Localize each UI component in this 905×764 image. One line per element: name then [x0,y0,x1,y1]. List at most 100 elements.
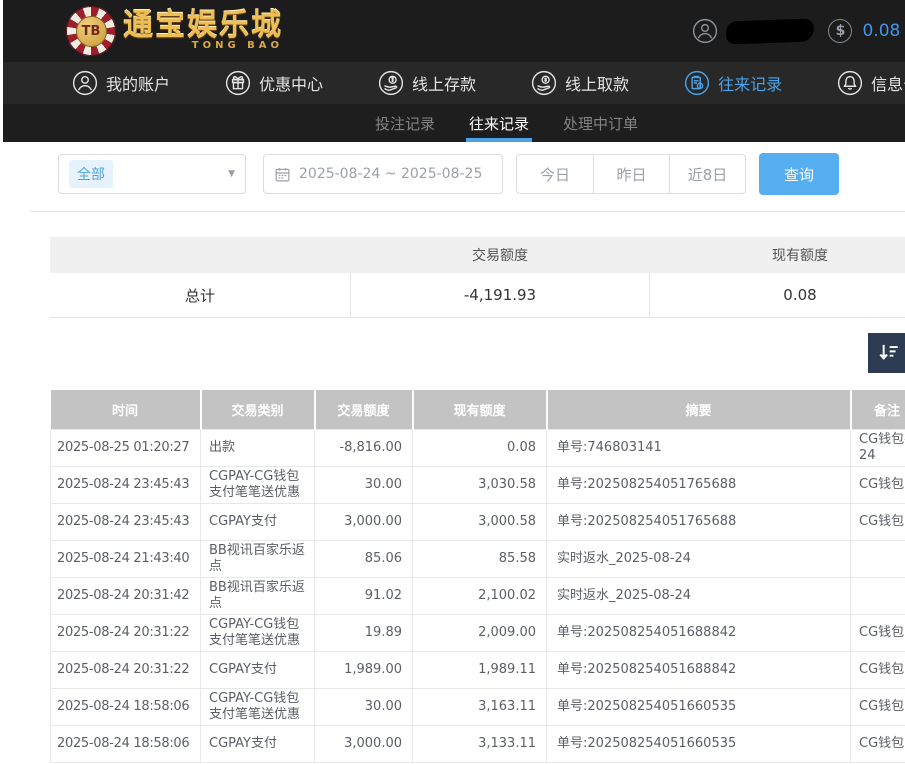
cell-summary: 单号:202508254051765688 [547,466,851,503]
nav-label: 线上取款 [565,71,629,95]
brand-text: 通宝娱乐城 TONG BAO [123,11,283,51]
cell-type: CGPAY支付 [201,651,315,688]
nav-label: 往来记录 [718,71,782,95]
sort-zone [0,318,905,390]
cell-balance: 2,100.02 [413,577,547,614]
cell-time: 2025-08-24 21:43:40 [51,540,201,577]
nav-item-my-account[interactable]: 我的账户 [72,70,170,96]
filter-bar: 全部 ▼ 2025-08-24 ~ 2025-08-25 今日 昨日 近8日 查… [58,153,905,195]
cell-remark: CG钱包 [851,651,905,688]
cell-remark: CG钱包-24 [851,429,905,466]
chip-monogram: TB [76,16,107,47]
cell-remark: CG钱包 [851,725,905,762]
balance-amount: 0.08 [862,21,900,41]
table-row: 2025-08-25 01:20:27 出款 -8,816.00 0.08 单号… [51,429,905,466]
cell-time: 2025-08-24 23:45:43 [51,466,201,503]
account-area: $ 0.08 R [692,0,905,62]
tab-betting-records[interactable]: 投注记录 [373,104,437,142]
last-8-days-button[interactable]: 近8日 [669,155,745,193]
type-select-value: 全部 [69,160,113,188]
tab-pending-orders[interactable]: 处理中订单 [561,104,640,142]
cell-type: CGPAY-CG钱包支付笔笔送优惠 [201,688,315,725]
nav-item-transactions[interactable]: 往来记录 [684,70,782,96]
cell-balance: 2,009.00 [413,614,547,651]
col-header-amount: 交易额度 [315,390,413,429]
nav-item-withdraw[interactable]: 线上取款 [531,70,629,96]
nav-item-deposit[interactable]: 线上存款 [378,70,476,96]
summary-header-row: 交易额度 现有额度 [50,237,905,273]
active-tab-underline [466,138,532,142]
cell-summary: 实时返水_2025-08-24 [547,540,851,577]
records-icon [684,70,710,96]
cell-amount: 91.02 [315,577,413,614]
cell-amount: -8,816.00 [315,429,413,466]
cell-amount: 3,000.00 [315,503,413,540]
cell-balance: 1,989.11 [413,651,547,688]
table-row: 2025-08-24 20:31:22 CGPAY支付 1,989.00 1,9… [51,651,905,688]
nav-label: 优惠中心 [259,71,323,95]
cell-balance: 3,163.11 [413,688,547,725]
table-row: 2025-08-24 23:45:43 CGPAY支付 3,000.00 3,0… [51,503,905,540]
withdraw-icon [531,70,557,96]
table-row: 2025-08-24 18:58:06 CGPAY支付 3,000.00 3,1… [51,725,905,762]
cell-type: CGPAY-CG钱包支付笔笔送优惠 [201,466,315,503]
date-range-value: 2025-08-24 ~ 2025-08-25 [299,166,482,182]
cell-time: 2025-08-24 18:58:06 [51,688,201,725]
content-divider [30,211,905,212]
type-select[interactable]: 全部 ▼ [58,154,246,194]
tab-label: 往来记录 [469,113,529,134]
summary-total-label: 总计 [50,285,350,306]
cell-type: 出款 [201,429,315,466]
nav-item-promotions[interactable]: 优惠中心 [225,70,323,96]
cell-type: BB视讯百家乐返点 [201,577,315,614]
cell-amount: 19.89 [315,614,413,651]
sort-descending-icon[interactable] [868,333,905,373]
cell-balance: 3,133.11 [413,725,547,762]
top-bar: TB 通宝娱乐城 TONG BAO $ 0.08 R [0,0,905,62]
poker-chip-icon: TB [66,6,116,56]
cell-time: 2025-08-24 18:58:06 [51,725,201,762]
nav-label: 线上存款 [412,71,476,95]
tab-label: 处理中订单 [563,113,638,134]
col-header-remark: 备注 [851,390,905,429]
gift-icon [225,70,251,96]
deposit-icon [378,70,404,96]
yesterday-button[interactable]: 昨日 [593,155,669,193]
brand-name-cn: 通宝娱乐城 [123,11,283,41]
redacted-username [726,18,815,44]
quick-date-group: 今日 昨日 近8日 [516,154,746,194]
table-row: 2025-08-24 20:31:42 BB视讯百家乐返点 91.02 2,10… [51,577,905,614]
cell-remark: CG钱包 [851,466,905,503]
cell-remark: CG钱包 [851,503,905,540]
today-button[interactable]: 今日 [517,155,593,193]
table-row: 2025-08-24 21:43:40 BB视讯百家乐返点 85.06 85.5… [51,540,905,577]
search-button[interactable]: 查询 [759,153,839,195]
nav-item-announcements[interactable]: 信息公告 [837,70,905,96]
currency-coin-icon: $ [828,19,852,43]
cell-balance: 3,030.58 [413,466,547,503]
cell-remark [851,540,905,577]
cell-summary: 单号:202508254051688842 [547,614,851,651]
nav-label: 信息公告 [871,71,905,95]
summary-table: 交易额度 现有额度 总计 -4,191.93 0.08 [50,237,905,318]
sub-nav: 投注记录 往来记录 处理中订单 [0,104,905,142]
cell-summary: 实时返水_2025-08-24 [547,577,851,614]
records-header-row: 时间 交易类别 交易额度 现有额度 摘要 备注 [51,390,905,429]
site-logo[interactable]: TB 通宝娱乐城 TONG BAO [66,6,283,56]
summary-total-trade: -4,191.93 [350,273,650,317]
cell-balance: 3,000.58 [413,503,547,540]
tab-transaction-records[interactable]: 往来记录 [467,104,531,142]
user-avatar-icon[interactable] [692,18,718,44]
chevron-down-icon: ▼ [228,169,235,179]
cell-type: BB视讯百家乐返点 [201,540,315,577]
cell-time: 2025-08-24 20:31:22 [51,614,201,651]
cell-amount: 30.00 [315,688,413,725]
cell-time: 2025-08-24 20:31:22 [51,651,201,688]
date-range-input[interactable]: 2025-08-24 ~ 2025-08-25 [263,154,503,194]
main-nav: 我的账户 优惠中心 线上存款 线上 [0,62,905,104]
col-header-balance: 现有额度 [413,390,547,429]
cell-remark [851,577,905,614]
col-header-type: 交易类别 [201,390,315,429]
cell-type: CGPAY-CG钱包支付笔笔送优惠 [201,614,315,651]
summary-header-trade: 交易额度 [350,245,650,265]
